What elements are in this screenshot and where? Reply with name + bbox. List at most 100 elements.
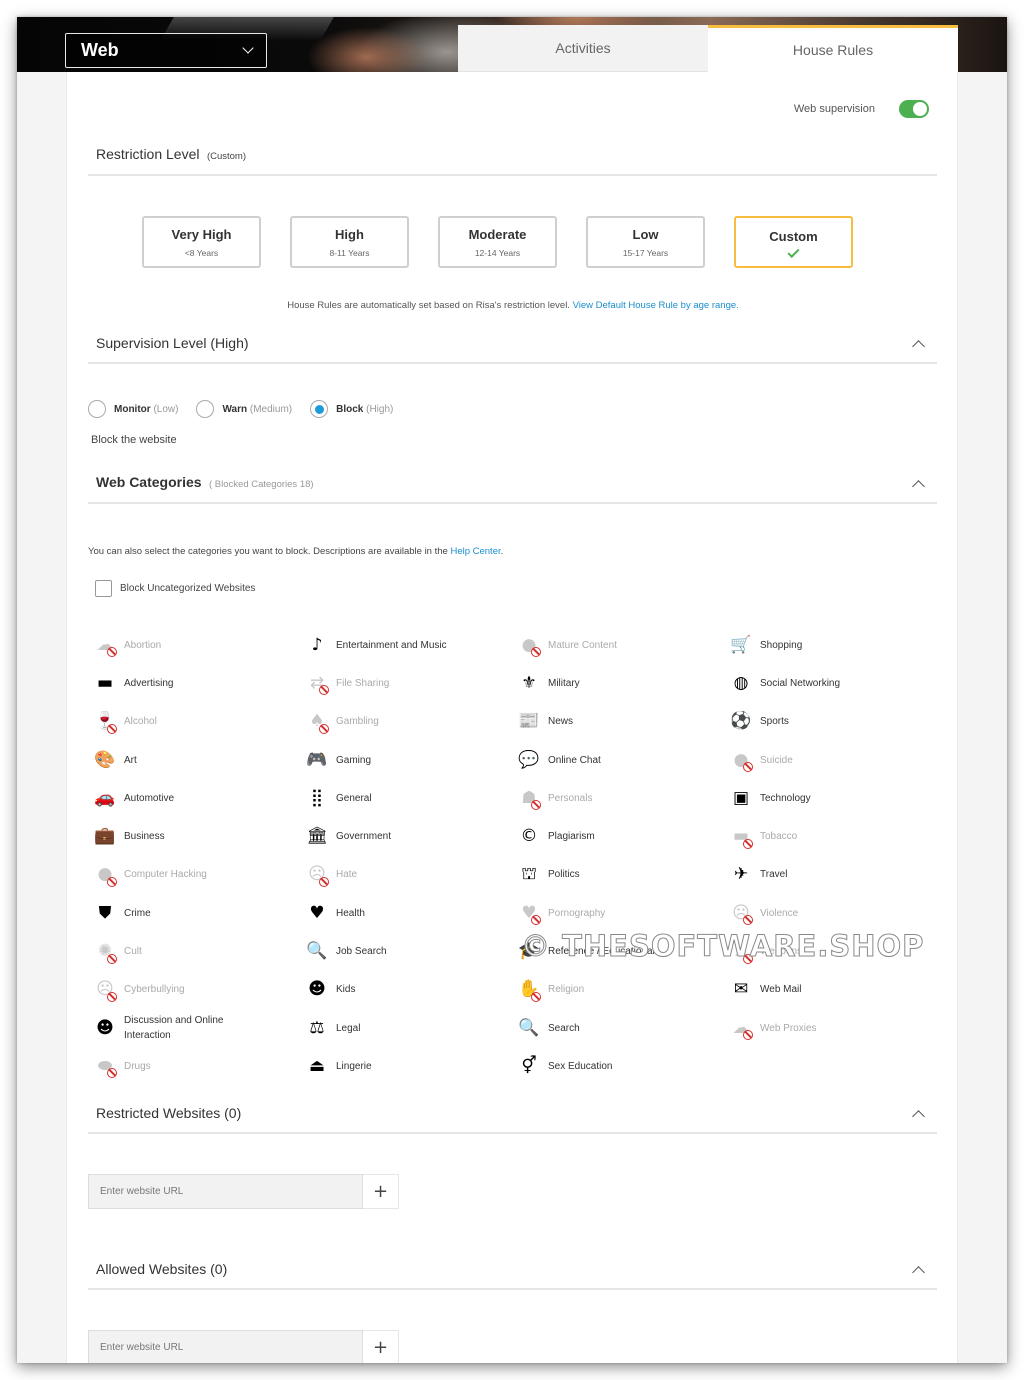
category-name: Plagiarism xyxy=(548,831,595,843)
category-item[interactable]: ▬ Advertising xyxy=(95,664,307,702)
web-categories-header[interactable]: Web Categories ( Blocked Categories 18) xyxy=(88,464,937,504)
tab-house-rules[interactable]: House Rules xyxy=(708,25,958,72)
category-item[interactable]: ⚜ Military xyxy=(519,664,731,702)
tab-activities[interactable]: Activities xyxy=(458,25,708,72)
violence-icon: ☹ xyxy=(731,903,753,926)
blocked-icon xyxy=(107,876,117,887)
level-very-high-button[interactable]: Very High <8 Years xyxy=(142,216,261,268)
category-item[interactable]: ⬬ Drugs xyxy=(95,1047,307,1085)
category-item[interactable]: ☁ Web Proxies xyxy=(731,1009,943,1047)
category-item[interactable]: ☗ Personals xyxy=(519,779,731,817)
category-item[interactable]: 🚗 Automotive xyxy=(94,779,307,817)
category-item[interactable]: ⇄ File Sharing xyxy=(307,664,519,702)
radio-button[interactable] xyxy=(196,400,215,418)
category-item[interactable]: ● Suicide xyxy=(731,741,943,779)
collapse-caret-icon[interactable] xyxy=(912,479,925,493)
restriction-level-options: Very High <8 Years High 8-11 Years Moder… xyxy=(142,216,853,268)
category-item[interactable]: ▬ Tobacco xyxy=(731,817,943,855)
category-item[interactable]: ⛊ Crime xyxy=(95,894,307,932)
category-item[interactable]: ⏏ Lingerie xyxy=(307,1047,519,1085)
category-item[interactable]: 🏛 Government xyxy=(306,817,519,855)
restricted-url-input[interactable] xyxy=(88,1174,363,1209)
category-item[interactable]: ⚥ Sex Education xyxy=(519,1047,731,1085)
personals-icon: ☗ xyxy=(519,788,541,811)
category-item[interactable]: 🍷 Alcohol xyxy=(94,703,307,741)
category-item[interactable]: 🎓 Reference / Educational xyxy=(518,932,731,970)
category-item[interactable]: ⛫ Politics xyxy=(519,856,731,894)
add-allowed-url-button[interactable]: + xyxy=(363,1330,399,1363)
category-name: Art xyxy=(124,754,137,766)
radio-block[interactable]: Block (High) xyxy=(310,400,393,418)
category-glyph: ⚖ xyxy=(309,1017,325,1038)
category-item[interactable]: ● Mature Content xyxy=(519,626,731,664)
level-custom-button[interactable]: Custom xyxy=(734,216,853,268)
collapse-caret-icon[interactable] xyxy=(912,1265,925,1279)
category-item[interactable]: 💬 Online Chat xyxy=(518,741,731,779)
radio-warn[interactable]: Warn (Medium) xyxy=(196,400,292,418)
radio-button[interactable] xyxy=(310,400,329,418)
category-item[interactable]: 📰 News xyxy=(518,703,731,741)
add-restricted-url-button[interactable]: + xyxy=(363,1174,399,1209)
category-item[interactable]: 🔍 Search xyxy=(518,1009,731,1047)
allowed-websites-header[interactable]: Allowed Websites (0) xyxy=(88,1250,937,1290)
category-item[interactable]: ☻ Kids xyxy=(307,971,519,1009)
blocked-icon xyxy=(107,991,117,1002)
block-uncategorized-checkbox[interactable] xyxy=(95,580,112,597)
category-glyph: ✈ xyxy=(733,864,749,885)
level-low-button[interactable]: Low 15-17 Years xyxy=(586,216,705,268)
category-item[interactable]: ⣿ General xyxy=(307,779,519,817)
category-item[interactable]: ✉ Web Mail xyxy=(731,971,943,1009)
category-item[interactable]: 🎨 Art xyxy=(94,741,307,779)
restriction-note-text: House Rules are automatically set based … xyxy=(287,300,570,311)
view-default-house-rule-link[interactable]: View Default House Rule by age range. xyxy=(573,300,739,311)
category-glyph: ⣿ xyxy=(310,787,324,808)
cyberbullying-icon: ☹ xyxy=(95,980,117,1002)
radio-button[interactable] xyxy=(88,400,106,418)
category-item[interactable]: ♥ Health xyxy=(307,894,519,932)
level-high-button[interactable]: High 8-11 Years xyxy=(290,216,409,268)
category-name: Military xyxy=(548,677,580,689)
block-uncategorized-checkbox-row[interactable]: Block Uncategorized Websites xyxy=(95,580,255,597)
category-item[interactable]: ♠ Gambling xyxy=(307,703,519,741)
category-item[interactable]: ⚔ Weapons xyxy=(731,932,943,970)
gamepad-icon: 🎮 xyxy=(306,750,327,770)
category-glyph: 🎨 xyxy=(94,749,116,770)
help-center-link[interactable]: Help Center xyxy=(450,546,500,557)
category-item[interactable]: 🎮 Gaming xyxy=(306,741,519,779)
category-item[interactable]: ♥ Pornography xyxy=(519,894,731,932)
category-item[interactable]: ☁ Abortion xyxy=(95,626,307,664)
category-item[interactable]: ☹ Violence xyxy=(731,894,943,932)
level-moderate-button[interactable]: Moderate 12-14 Years xyxy=(438,216,557,268)
category-item[interactable]: 💼 Business xyxy=(94,817,307,855)
category-item[interactable]: ♪ Entertainment and Music xyxy=(307,626,519,664)
category-item[interactable]: ✈ Travel xyxy=(731,856,943,894)
category-item[interactable]: ⚽ Sports xyxy=(730,703,943,741)
collapse-caret-icon[interactable] xyxy=(912,339,925,353)
allowed-url-input[interactable] xyxy=(88,1330,363,1363)
category-name: Gambling xyxy=(336,716,379,728)
category-name: Business xyxy=(124,831,165,843)
supervision-level-header[interactable]: Supervision Level (High) xyxy=(88,324,937,364)
category-item[interactable]: ● Computer Hacking xyxy=(95,856,307,894)
app-window: Web Activities House Rules Web supervisi… xyxy=(17,17,1007,1363)
web-supervision-row: Web supervision xyxy=(794,100,929,118)
category-name: Health xyxy=(336,907,365,919)
radio-monitor[interactable]: Monitor (Low) xyxy=(88,400,178,418)
restricted-websites-header[interactable]: Restricted Websites (0) xyxy=(88,1094,937,1134)
product-select-dropdown[interactable]: Web xyxy=(65,33,267,68)
category-item[interactable]: ✺ Cult xyxy=(95,932,307,970)
blocked-icon xyxy=(531,647,541,658)
category-item[interactable]: ⚖ Legal xyxy=(307,1009,519,1047)
category-item[interactable]: 🔍 Job Search xyxy=(306,932,519,970)
category-item[interactable]: ☹ Hate xyxy=(307,856,519,894)
category-item[interactable]: ☹ Cyberbullying xyxy=(95,971,307,1009)
category-item[interactable]: ▣ Technology xyxy=(731,779,943,817)
category-item[interactable]: © Plagiarism xyxy=(519,817,731,855)
category-item[interactable]: ☻ Discussion and Online Interaction xyxy=(95,1009,307,1047)
web-supervision-toggle[interactable] xyxy=(899,100,929,118)
category-item[interactable]: ✋ Religion xyxy=(518,971,731,1009)
category-item[interactable]: 🛒 Shopping xyxy=(730,626,943,664)
blocked-icon xyxy=(743,762,753,773)
category-item[interactable]: ◍ Social Networking xyxy=(731,664,943,702)
collapse-caret-icon[interactable] xyxy=(912,1109,925,1123)
